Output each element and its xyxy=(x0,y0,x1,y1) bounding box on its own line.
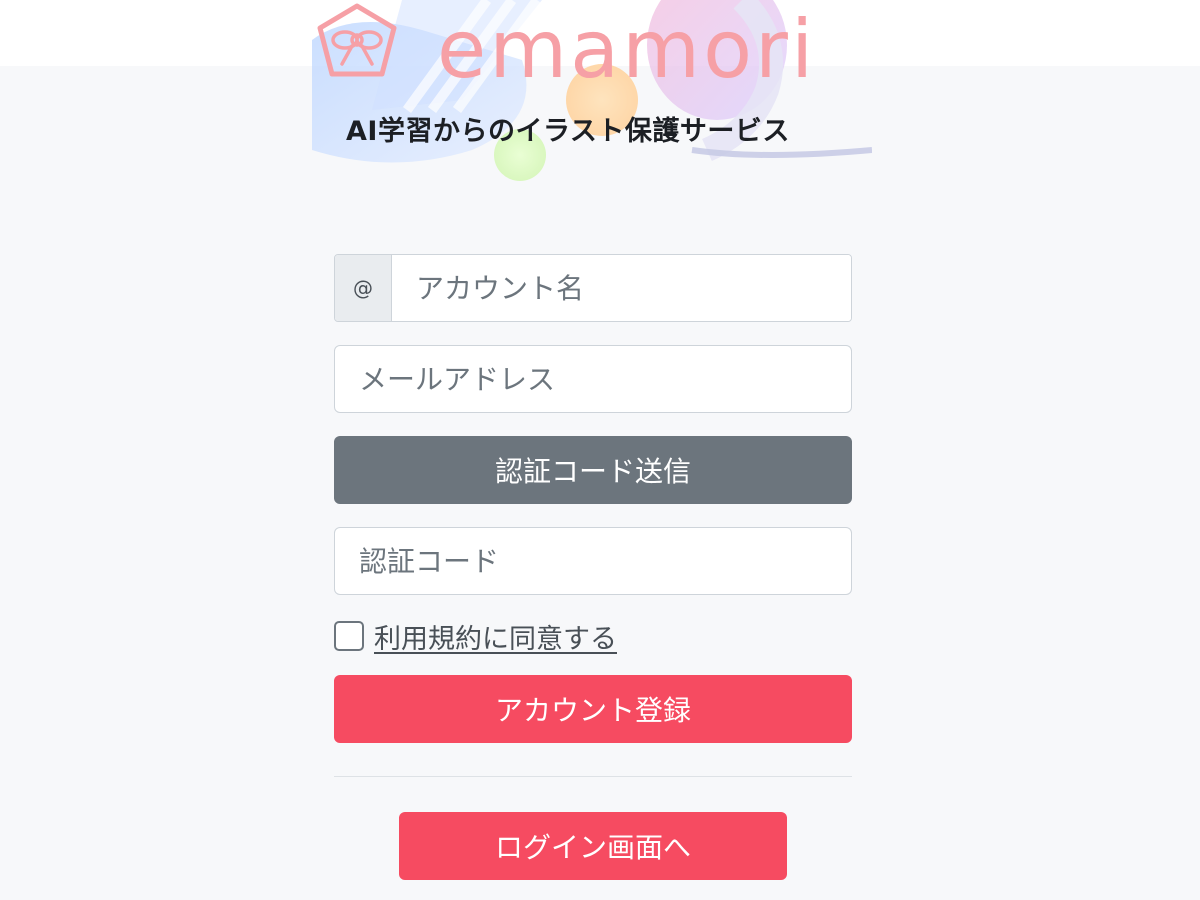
at-sign-prefix: @ xyxy=(335,255,392,321)
send-code-button[interactable]: 認証コード送信 xyxy=(334,436,852,504)
account-name-group: @ xyxy=(334,254,852,322)
emamori-logo-icon xyxy=(317,3,397,77)
terms-checkbox[interactable] xyxy=(334,621,364,651)
divider xyxy=(334,776,852,777)
login-page-button[interactable]: ログイン画面へ xyxy=(399,812,787,880)
email-input[interactable] xyxy=(334,345,852,413)
tagline: AI学習からのイラスト保護サービス xyxy=(346,116,790,147)
terms-agree-row: 利用規約に同意する xyxy=(334,616,617,656)
account-name-input[interactable] xyxy=(392,255,851,321)
verification-code-input[interactable] xyxy=(334,527,852,595)
brand-logo-text: emamori xyxy=(437,3,817,96)
terms-link[interactable]: 利用規約に同意する xyxy=(374,617,617,656)
register-button[interactable]: アカウント登録 xyxy=(334,675,852,743)
hero-banner: emamori AI学習からのイラスト保護サービス xyxy=(312,0,872,185)
